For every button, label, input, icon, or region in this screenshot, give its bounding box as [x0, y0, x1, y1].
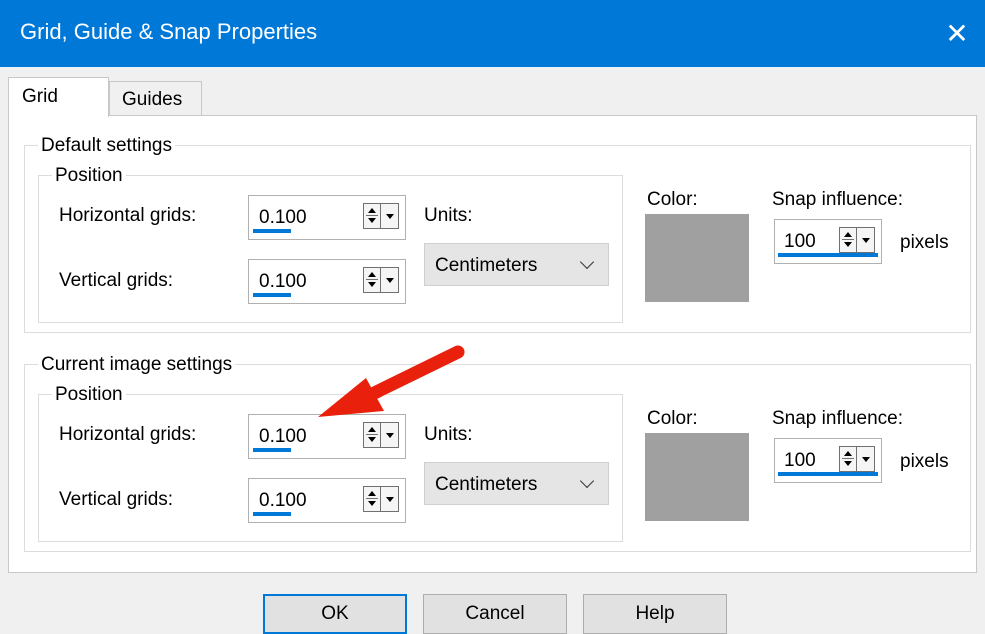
dropdown-arrow-icon[interactable] [857, 228, 874, 252]
dialog-body: Grid Guides Default settings Position Ho… [0, 67, 985, 634]
spin-updown-icon[interactable] [364, 268, 381, 292]
current-color-swatch[interactable] [645, 433, 749, 521]
default-snap-influence-input[interactable]: 100 [774, 219, 882, 264]
title-bar: Grid, Guide & Snap Properties ✕ [0, 0, 985, 67]
default-settings-group: Default settings Position Horizontal gri… [24, 135, 971, 333]
default-snap-spinner[interactable] [839, 227, 875, 253]
default-horizontal-grids-label: Horizontal grids: [59, 205, 197, 226]
default-snap-influence-label: Snap influence: [772, 189, 903, 210]
tab-grid[interactable]: Grid [8, 77, 109, 117]
spin-updown-icon[interactable] [364, 204, 381, 228]
current-snap-unit-label: pixels [900, 451, 949, 472]
default-vertical-grids-input[interactable]: 0.100 [248, 259, 406, 304]
current-vertical-grids-label: Vertical grids: [59, 489, 174, 510]
dropdown-arrow-icon[interactable] [381, 268, 398, 292]
default-color-swatch[interactable] [645, 214, 749, 302]
close-icon[interactable]: ✕ [929, 0, 985, 67]
current-vertical-grids-input[interactable]: 0.100 [248, 478, 406, 523]
default-color-label: Color: [647, 189, 698, 210]
dropdown-arrow-icon[interactable] [857, 447, 874, 471]
current-horizontal-spinner[interactable] [363, 422, 399, 448]
default-horizontal-spinner[interactable] [363, 203, 399, 229]
current-vertical-spinner[interactable] [363, 486, 399, 512]
current-snap-influence-input[interactable]: 100 [774, 438, 882, 483]
spin-updown-icon[interactable] [840, 447, 857, 471]
default-vertical-spinner[interactable] [363, 267, 399, 293]
dropdown-arrow-icon[interactable] [381, 423, 398, 447]
dropdown-arrow-icon[interactable] [381, 487, 398, 511]
default-position-label: Position [52, 165, 126, 187]
current-units-select[interactable]: Centimeters [424, 462, 609, 505]
grid-tab-panel: Default settings Position Horizontal gri… [8, 115, 977, 573]
current-units-label: Units: [424, 424, 473, 445]
window-title: Grid, Guide & Snap Properties [20, 19, 318, 44]
tab-guides[interactable]: Guides [109, 81, 202, 117]
spin-updown-icon[interactable] [364, 423, 381, 447]
default-vertical-grids-label: Vertical grids: [59, 270, 174, 291]
dropdown-arrow-icon[interactable] [381, 204, 398, 228]
current-color-label: Color: [647, 408, 698, 429]
ok-button[interactable]: OK [263, 594, 407, 634]
chevron-down-icon [579, 473, 595, 489]
cancel-button[interactable]: Cancel [423, 594, 567, 634]
current-image-settings-group: Current image settings Position Horizont… [24, 354, 971, 552]
default-units-label: Units: [424, 205, 473, 226]
current-snap-spinner[interactable] [839, 446, 875, 472]
current-image-settings-label: Current image settings [38, 354, 236, 376]
default-snap-unit-label: pixels [900, 232, 949, 253]
help-button[interactable]: Help [583, 594, 727, 634]
chevron-down-icon [579, 254, 595, 270]
spin-updown-icon[interactable] [840, 228, 857, 252]
current-position-group: Position Horizontal grids: 0.100 Vertica… [38, 384, 623, 542]
current-horizontal-grids-input[interactable]: 0.100 [248, 414, 406, 459]
current-horizontal-grids-label: Horizontal grids: [59, 424, 197, 445]
default-units-select[interactable]: Centimeters [424, 243, 609, 286]
current-snap-influence-label: Snap influence: [772, 408, 903, 429]
spin-updown-icon[interactable] [364, 487, 381, 511]
current-position-label: Position [52, 384, 126, 406]
default-settings-label: Default settings [38, 135, 175, 157]
default-position-group: Position Horizontal grids: 0.100 Vertica… [38, 165, 623, 323]
default-horizontal-grids-input[interactable]: 0.100 [248, 195, 406, 240]
